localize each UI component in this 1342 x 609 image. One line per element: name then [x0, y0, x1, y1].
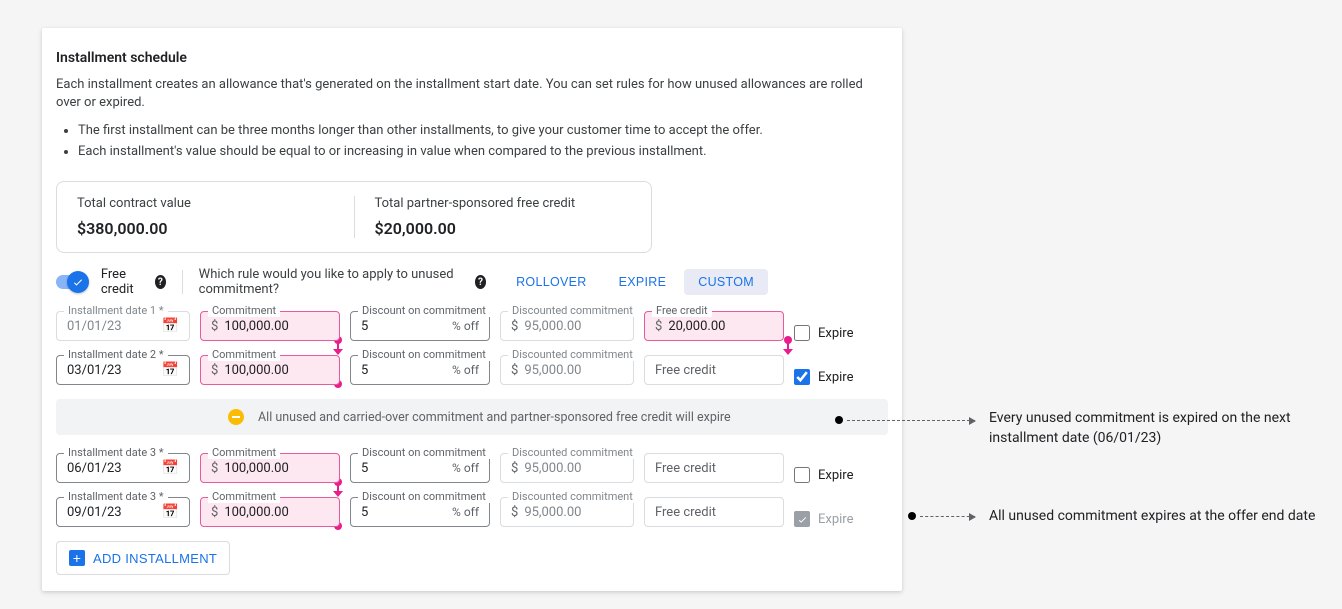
free-credit-toggle[interactable] [56, 275, 85, 289]
calendar-icon[interactable]: 📅 [162, 504, 179, 520]
help-icon[interactable]: ? [155, 275, 166, 289]
discount-field[interactable]: Discount on commitment 5% off [350, 355, 490, 385]
commitment-field[interactable]: Commitment $100,000.00 [200, 311, 340, 341]
expire-banner: All unused and carried-over commitment a… [56, 399, 888, 435]
installment-row: Installment date 3 * 06/01/23📅 Commitmen… [56, 453, 888, 483]
callout-dot [908, 512, 916, 520]
installment-date-field[interactable]: Installment date 1 * 01/01/23📅 [56, 311, 190, 341]
contract-value-label: Total contract value [77, 196, 334, 211]
rule-item: The first installment can be three month… [78, 122, 888, 140]
expire-button[interactable]: EXPIRE [605, 269, 681, 295]
page-title: Installment schedule [56, 50, 888, 66]
expire-checkbox[interactable]: Expire [794, 325, 853, 341]
contract-value: $380,000.00 [77, 219, 334, 238]
installment-row: Installment date 3 * 09/01/23📅 Commitmen… [56, 497, 888, 527]
discounted-commitment-field: Discounted commitment $95,000.00 [500, 497, 634, 527]
expire-banner-text: All unused and carried-over commitment a… [258, 410, 731, 425]
installment-date-field[interactable]: Installment date 2 * 03/01/23📅 [56, 355, 190, 385]
warning-icon [228, 409, 244, 425]
toggle-thumb [67, 271, 89, 293]
free-credit-label: Free credit ? [101, 267, 166, 297]
expire-checkbox[interactable]: Expire [794, 369, 853, 385]
installment-date-field[interactable]: Installment date 3 * 09/01/23📅 [56, 497, 190, 527]
callout-arrow [920, 516, 975, 517]
check-icon [72, 276, 84, 288]
installment-schedule-card: Installment schedule Each installment cr… [42, 28, 902, 591]
divider [182, 270, 183, 294]
discounted-commitment-field: Discounted commitment $95,000.00 [500, 311, 634, 341]
installment-date-field[interactable]: Installment date 3 * 06/01/23📅 [56, 453, 190, 483]
discount-field[interactable]: Discount on commitment 5% off [350, 453, 490, 483]
calendar-icon[interactable]: 📅 [162, 460, 179, 476]
add-installment-button[interactable]: + ADD INSTALLMENT [56, 541, 230, 575]
discount-field[interactable]: Discount on commitment 5% off [350, 497, 490, 527]
rollover-button[interactable]: ROLLOVER [502, 269, 600, 295]
commitment-field[interactable]: Commitment $100,000.00 [200, 497, 340, 527]
custom-button[interactable]: CUSTOM [684, 269, 768, 295]
callout-dot [835, 416, 843, 424]
free-credit-field[interactable]: Free credit $20,000.00 [644, 311, 784, 341]
summary-box: Total contract value $380,000.00 Total p… [56, 181, 652, 253]
commitment-field[interactable]: Commitment $100,000.00 [200, 355, 340, 385]
rule-question: Which rule would you like to apply to un… [199, 267, 486, 297]
free-credit-field[interactable]: Free credit Free credit [644, 497, 784, 527]
discounted-commitment-field: Discounted commitment $95,000.00 [500, 355, 634, 385]
discounted-commitment-field: Discounted commitment $95,000.00 [500, 453, 634, 483]
expire-checkbox: Expire [794, 511, 853, 527]
page-description: Each installment creates an allowance th… [56, 76, 888, 112]
callout-text: Every unused commitment is expired on th… [989, 408, 1329, 448]
controls-row: Free credit ? Which rule would you like … [56, 267, 888, 297]
rule-item: Each installment's value should be equal… [78, 143, 888, 161]
help-icon[interactable]: ? [475, 275, 486, 289]
expire-checkbox[interactable]: Expire [794, 467, 853, 483]
rules-list: The first installment can be three month… [56, 122, 888, 161]
callout-text: All unused commitment expires at the off… [989, 506, 1329, 526]
credit-value-label: Total partner-sponsored free credit [375, 196, 632, 211]
plus-icon: + [69, 550, 85, 566]
free-credit-field[interactable]: Free credit Free credit [644, 453, 784, 483]
calendar-icon[interactable]: 📅 [162, 318, 179, 334]
installment-row: Installment date 2 * 03/01/23📅 Commitmen… [56, 355, 888, 385]
discount-field[interactable]: Discount on commitment 5% off [350, 311, 490, 341]
callout-arrow [847, 420, 975, 421]
commitment-field[interactable]: Commitment $100,000.00 [200, 453, 340, 483]
installment-row: Installment date 1 * 01/01/23📅 Commitmen… [56, 311, 888, 341]
free-credit-field[interactable]: Free credit Free credit [644, 355, 784, 385]
calendar-icon[interactable]: 📅 [162, 362, 179, 378]
credit-value: $20,000.00 [375, 219, 632, 238]
